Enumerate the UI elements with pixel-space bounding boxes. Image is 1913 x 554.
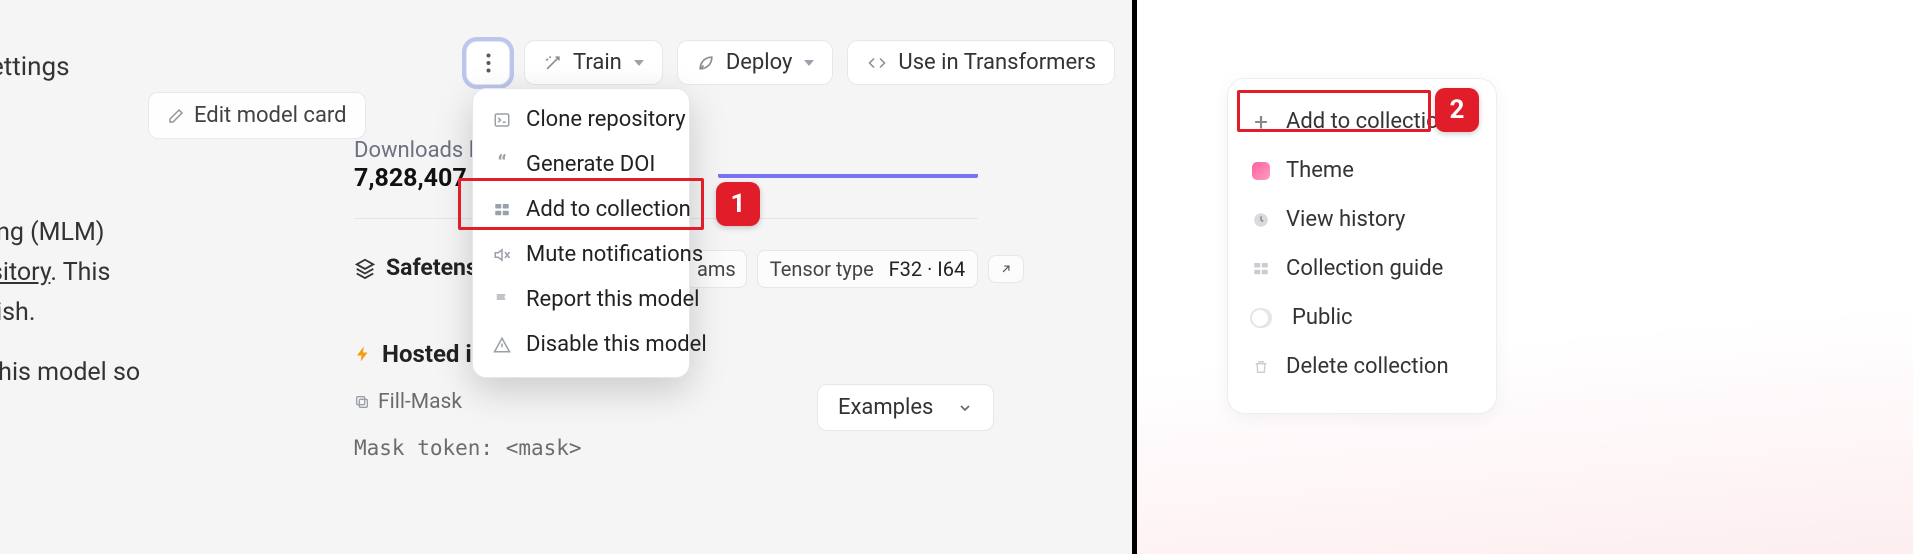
collection-menu-screenshot: + Add to collection Theme View history C…: [1137, 0, 1913, 554]
menu-item-label: View history: [1286, 207, 1405, 232]
arrow-expand-icon: [999, 262, 1013, 276]
add-to-collection-item[interactable]: Add to collection: [473, 187, 689, 232]
more-menu-dropdown: Clone repository “ Generate DOI Add to c…: [472, 88, 690, 378]
tensor-type-label: Tensor type: [770, 257, 874, 281]
collection-guide-action[interactable]: Collection guide: [1240, 244, 1484, 293]
top-action-row: Train Deploy Use in Transformers: [466, 40, 1115, 85]
description-fragment: lish.: [0, 298, 35, 327]
examples-label: Examples: [838, 395, 933, 420]
downloads-value: 7,828,407: [354, 164, 467, 193]
flag-icon: [491, 289, 513, 311]
menu-item-label: Clone repository: [526, 107, 686, 132]
use-in-label: Use in Transformers: [898, 50, 1096, 75]
menu-item-label: Add to collection: [526, 197, 691, 222]
step-badge-2: 2: [1435, 88, 1479, 132]
tensor-type-pill[interactable]: Tensor type F32 · I64: [757, 250, 978, 288]
report-model-item[interactable]: Report this model: [473, 277, 689, 322]
menu-item-label: Add to collection: [1286, 109, 1451, 134]
copy-icon: [354, 394, 370, 410]
mute-notifications-item[interactable]: Mute notifications: [473, 232, 689, 277]
menu-item-label: Collection guide: [1286, 256, 1443, 281]
public-toggle-row[interactable]: Public: [1240, 293, 1484, 342]
collection-icon: [491, 199, 513, 221]
edit-model-card-button[interactable]: Edit model card: [148, 92, 366, 139]
deploy-label: Deploy: [726, 50, 793, 75]
dots-vertical-icon: [486, 53, 491, 73]
expand-pill[interactable]: [988, 255, 1024, 283]
examples-dropdown[interactable]: Examples: [817, 384, 994, 431]
quote-icon: “: [491, 154, 513, 176]
hosted-label: Hosted in: [382, 340, 485, 368]
mask-token-text: Mask token: <mask>: [354, 436, 582, 460]
grid-icon: [1250, 258, 1272, 280]
step-badge-1: 1: [716, 182, 760, 226]
description-fragment: sitory. This: [0, 258, 110, 287]
wand-icon: [543, 53, 563, 73]
tensor-type-value: F32 · I64: [889, 257, 966, 281]
layers-icon: [354, 257, 376, 279]
menu-item-label: Generate DOI: [526, 152, 655, 177]
description-fragment: ing (MLM): [0, 218, 105, 247]
delete-collection-action[interactable]: Delete collection: [1240, 342, 1484, 391]
deploy-button[interactable]: Deploy: [677, 40, 834, 85]
caret-down-icon: [804, 60, 814, 66]
bolt-icon: [354, 343, 372, 365]
menu-item-label: Theme: [1286, 158, 1354, 183]
code-icon: [866, 54, 888, 72]
edit-model-card-label: Edit model card: [194, 103, 347, 128]
pipeline-tag[interactable]: Fill-Mask: [354, 390, 462, 414]
chevron-down-icon: [957, 400, 973, 416]
fill-mask-label: Fill-Mask: [378, 390, 462, 414]
train-button[interactable]: Train: [524, 40, 663, 85]
tab-settings-cut[interactable]: ettings: [0, 52, 70, 82]
pencil-icon: [167, 107, 185, 125]
theme-action[interactable]: Theme: [1240, 146, 1484, 195]
tensor-pill-row: ams Tensor type F32 · I64: [686, 250, 1024, 288]
menu-item-label: Public: [1292, 305, 1353, 330]
disable-model-item[interactable]: Disable this model: [473, 322, 689, 367]
plus-icon: +: [1250, 111, 1272, 133]
train-label: Train: [573, 50, 622, 75]
description-fragment: this model so: [0, 358, 140, 387]
terminal-icon: [491, 109, 513, 131]
mute-icon: [491, 244, 513, 266]
generate-doi-item[interactable]: “ Generate DOI: [473, 142, 689, 187]
hosted-inference-title: Hosted in: [354, 340, 485, 368]
view-history-action[interactable]: View history: [1240, 195, 1484, 244]
model-page-screenshot: ettings Edit model card ing (MLM) sitory…: [0, 0, 1137, 554]
toggle-icon: [1250, 307, 1272, 329]
trash-icon: [1250, 356, 1272, 378]
sparkline-icon: [718, 168, 978, 178]
more-menu-button[interactable]: [466, 41, 510, 85]
theme-swatch-icon: [1250, 160, 1272, 182]
rocket-icon: [696, 53, 716, 73]
menu-item-label: Report this model: [526, 287, 700, 312]
use-in-transformers-button[interactable]: Use in Transformers: [847, 40, 1115, 85]
clone-repository-item[interactable]: Clone repository: [473, 97, 689, 142]
warning-icon: [491, 334, 513, 356]
menu-item-label: Mute notifications: [526, 242, 703, 267]
caret-down-icon: [634, 60, 644, 66]
menu-item-label: Disable this model: [526, 332, 707, 357]
menu-item-label: Delete collection: [1286, 354, 1449, 379]
clock-icon: [1250, 209, 1272, 231]
